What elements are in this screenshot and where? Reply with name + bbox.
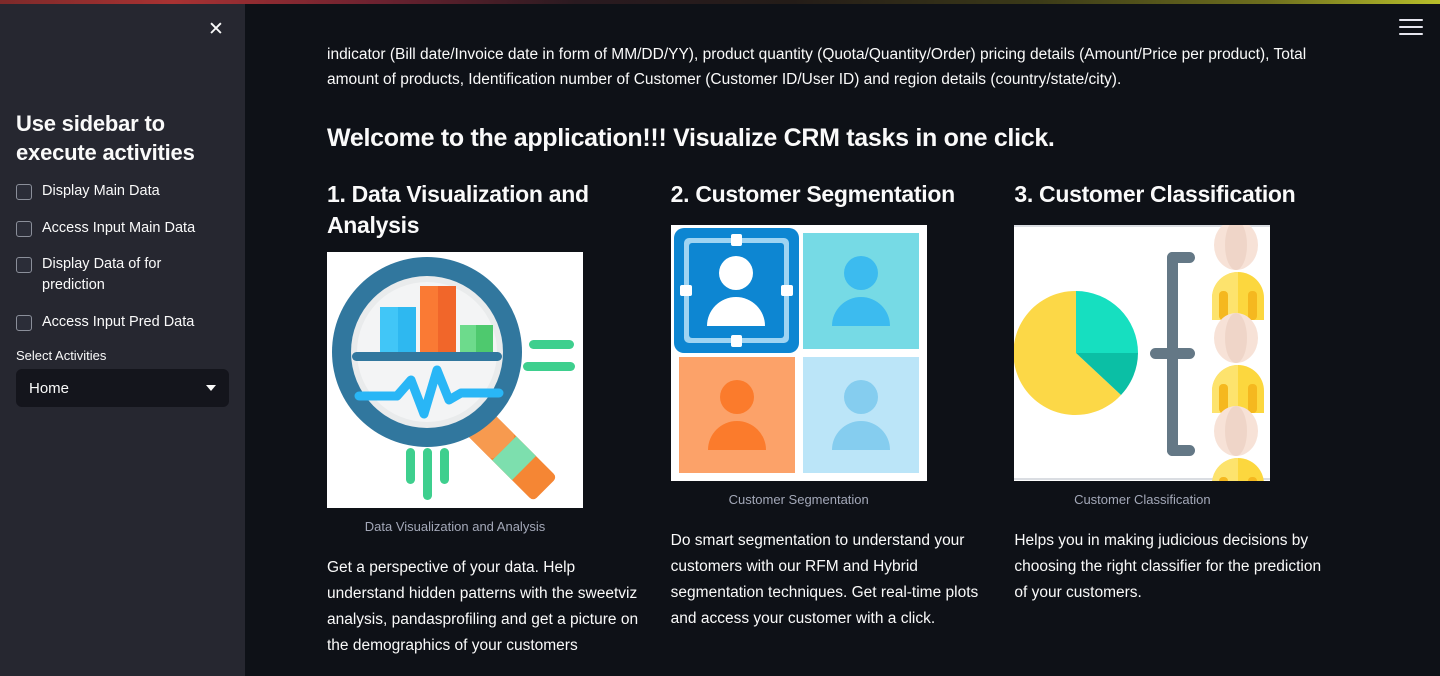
checkbox-box-icon[interactable]: [16, 220, 32, 237]
feature-caption: Data Visualization and Analysis: [364, 519, 546, 535]
feature-column-data-visualization: 1. Data Visualization and Analysis Data …: [327, 179, 671, 659]
feature-column-customer-classification: 3. Customer Classification Customer Clas…: [1014, 179, 1360, 659]
feature-heading: 3. Customer Classification: [1014, 181, 1296, 208]
checkbox-box-icon[interactable]: [16, 257, 32, 274]
feature-heading: 1. Data Visualization and Analysis: [327, 181, 589, 238]
feature-body: Get a perspective of your data. Help und…: [327, 559, 639, 655]
chevron-down-icon[interactable]: [206, 385, 216, 392]
select-activities-value: Home: [29, 379, 70, 397]
sidebar-content: Use sidebar to execute activities Displa…: [0, 110, 245, 408]
checkbox-label: Display Main Data: [42, 183, 160, 200]
select-activities-label: Select Activities: [16, 348, 107, 364]
feature-column-customer-segmentation: 2. Customer Segmentation Customer Segmen…: [670, 179, 1015, 659]
sidebar-title: Use sidebar to execute activities: [16, 111, 195, 165]
intro-paragraph: indicator (Bill date/Invoice date in for…: [327, 46, 1307, 89]
feature-body: Helps you in making judicious decisions …: [1014, 532, 1322, 602]
close-icon[interactable]: ✕: [199, 12, 233, 46]
checkbox-display-main-data[interactable]: Display Main Data: [16, 181, 229, 202]
checkbox-label: Display Data of for prediction: [42, 256, 162, 293]
feature-caption: Customer Classification: [1074, 492, 1211, 508]
feature-body: Do smart segmentation to understand your…: [670, 532, 979, 628]
checkbox-box-icon[interactable]: [16, 184, 32, 201]
checkbox-box-icon[interactable]: [16, 314, 32, 331]
sidebar: ✕ Use sidebar to execute activities Disp…: [0, 0, 245, 676]
feature-heading: 2. Customer Segmentation: [670, 181, 955, 208]
checkbox-label: Access Input Pred Data: [42, 313, 195, 330]
feature-columns: 1. Data Visualization and Analysis Data …: [327, 179, 1360, 659]
customer-classification-pie-people-image: [1014, 225, 1271, 482]
checkbox-display-data-of-for-prediction[interactable]: Display Data of for prediction: [16, 254, 229, 295]
checkbox-access-input-pred-data[interactable]: Access Input Pred Data: [16, 312, 229, 333]
top-accent-bar: [0, 0, 1440, 4]
main-content-area: indicator (Bill date/Invoice date in for…: [245, 0, 1440, 676]
select-activities-dropdown[interactable]: Home: [16, 369, 229, 408]
page-body: indicator (Bill date/Invoice date in for…: [245, 0, 1440, 660]
data-visualization-magnifier-chart-image: [327, 252, 583, 509]
checkbox-access-input-main-data[interactable]: Access Input Main Data: [16, 218, 229, 239]
checkbox-label: Access Input Main Data: [42, 219, 196, 236]
customer-segmentation-quadrant-image: [670, 225, 927, 482]
feature-caption: Customer Segmentation: [728, 492, 869, 508]
page-title: Welcome to the application!!! Visualize …: [327, 124, 1055, 153]
